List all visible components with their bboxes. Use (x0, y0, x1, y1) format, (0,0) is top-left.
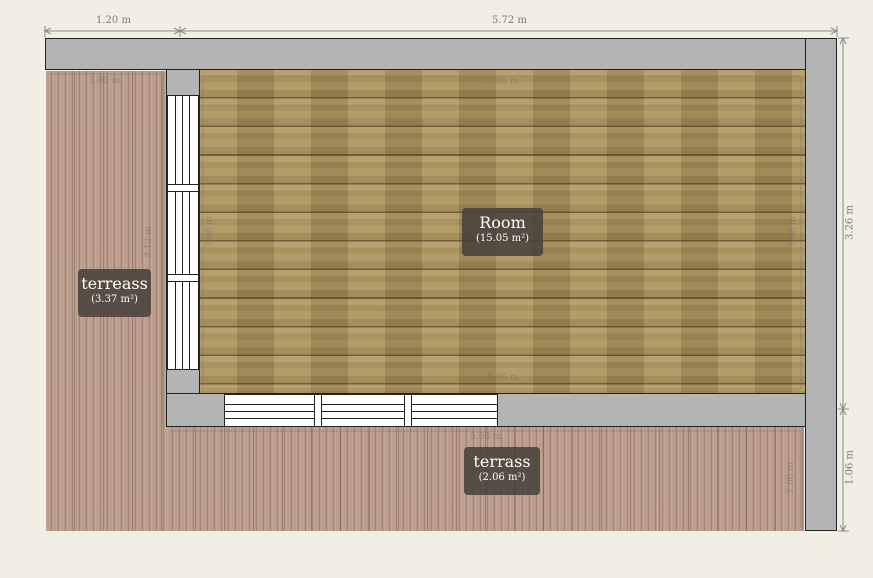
dimension-right-upper: 3.26 m (844, 205, 856, 240)
dimension-terrass-width: 5.58 m (470, 432, 502, 442)
room-area: (15.05 m²) (475, 233, 530, 244)
terrass-area: (2.06 m²) (478, 472, 526, 483)
dimension-room-right: 3.08 m (788, 216, 798, 248)
dimension-terreass-width: 1.05 m (89, 76, 121, 86)
terreass-name: terreass (81, 274, 148, 293)
dimension-terrass-height: 1.06 m (786, 462, 796, 494)
dimension-right-lower: 1.06 m (844, 450, 856, 485)
room-label-terrass[interactable]: terrass (2.06 m²) (464, 447, 540, 495)
room-label-terreass[interactable]: terreass (3.37 m²) (78, 269, 151, 317)
dimension-top-left: 1.20 m (96, 15, 131, 26)
dimension-room-left: 3.08 m (205, 216, 215, 248)
terrass-name: terrass (473, 452, 531, 471)
room-label-room[interactable]: Room (15.05 m²) (462, 208, 543, 256)
dimension-room-bottom: 5.96 m (487, 373, 519, 383)
dimension-top-main: 5.72 m (492, 15, 527, 26)
dimension-terreass-height: 3.12 m (144, 226, 154, 258)
terreass-area: (3.37 m²) (91, 294, 138, 305)
dimension-room-top: 5.96 m (487, 77, 519, 87)
room-name: Room (479, 213, 526, 232)
